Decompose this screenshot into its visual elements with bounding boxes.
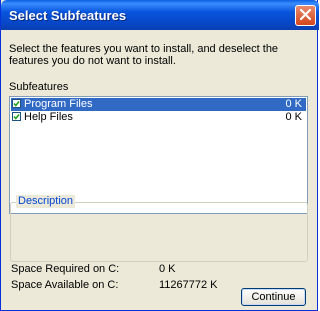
dialog-window: Select Subfeatures Select the features y… bbox=[0, 0, 319, 311]
subfeatures-label: Subfeatures bbox=[9, 81, 69, 93]
space-required-value: 0 K bbox=[159, 263, 176, 275]
dialog-body: Select the features you want to install,… bbox=[4, 30, 314, 308]
list-item-size: 0 K bbox=[285, 98, 302, 110]
close-icon bbox=[299, 8, 312, 21]
space-available-label: Space Available on C: bbox=[11, 279, 119, 291]
instruction-text: Select the features you want to install,… bbox=[9, 43, 279, 67]
checkmark-icon bbox=[13, 101, 20, 107]
window-title: Select Subfeatures bbox=[9, 8, 127, 23]
list-item-size: 0 K bbox=[285, 111, 302, 123]
space-available-value: 11267772 K bbox=[159, 279, 218, 291]
description-title: Description bbox=[16, 195, 76, 208]
space-required-label: Space Required on C: bbox=[11, 263, 120, 275]
checkbox-help-files[interactable] bbox=[12, 112, 21, 121]
continue-button[interactable]: Continue bbox=[241, 288, 306, 306]
description-frame bbox=[10, 202, 308, 262]
checkmark-icon bbox=[13, 114, 20, 120]
title-bar[interactable]: Select Subfeatures bbox=[1, 0, 319, 30]
list-item-label: Program Files bbox=[24, 98, 93, 110]
list-item-help-files[interactable]: Help Files 0 K bbox=[11, 111, 306, 124]
list-item-program-files[interactable]: Program Files 0 K bbox=[11, 98, 306, 111]
close-button[interactable] bbox=[295, 5, 316, 26]
list-item-label: Help Files bbox=[24, 111, 73, 123]
description-group: Description bbox=[10, 195, 308, 262]
checkbox-program-files[interactable] bbox=[12, 99, 21, 108]
